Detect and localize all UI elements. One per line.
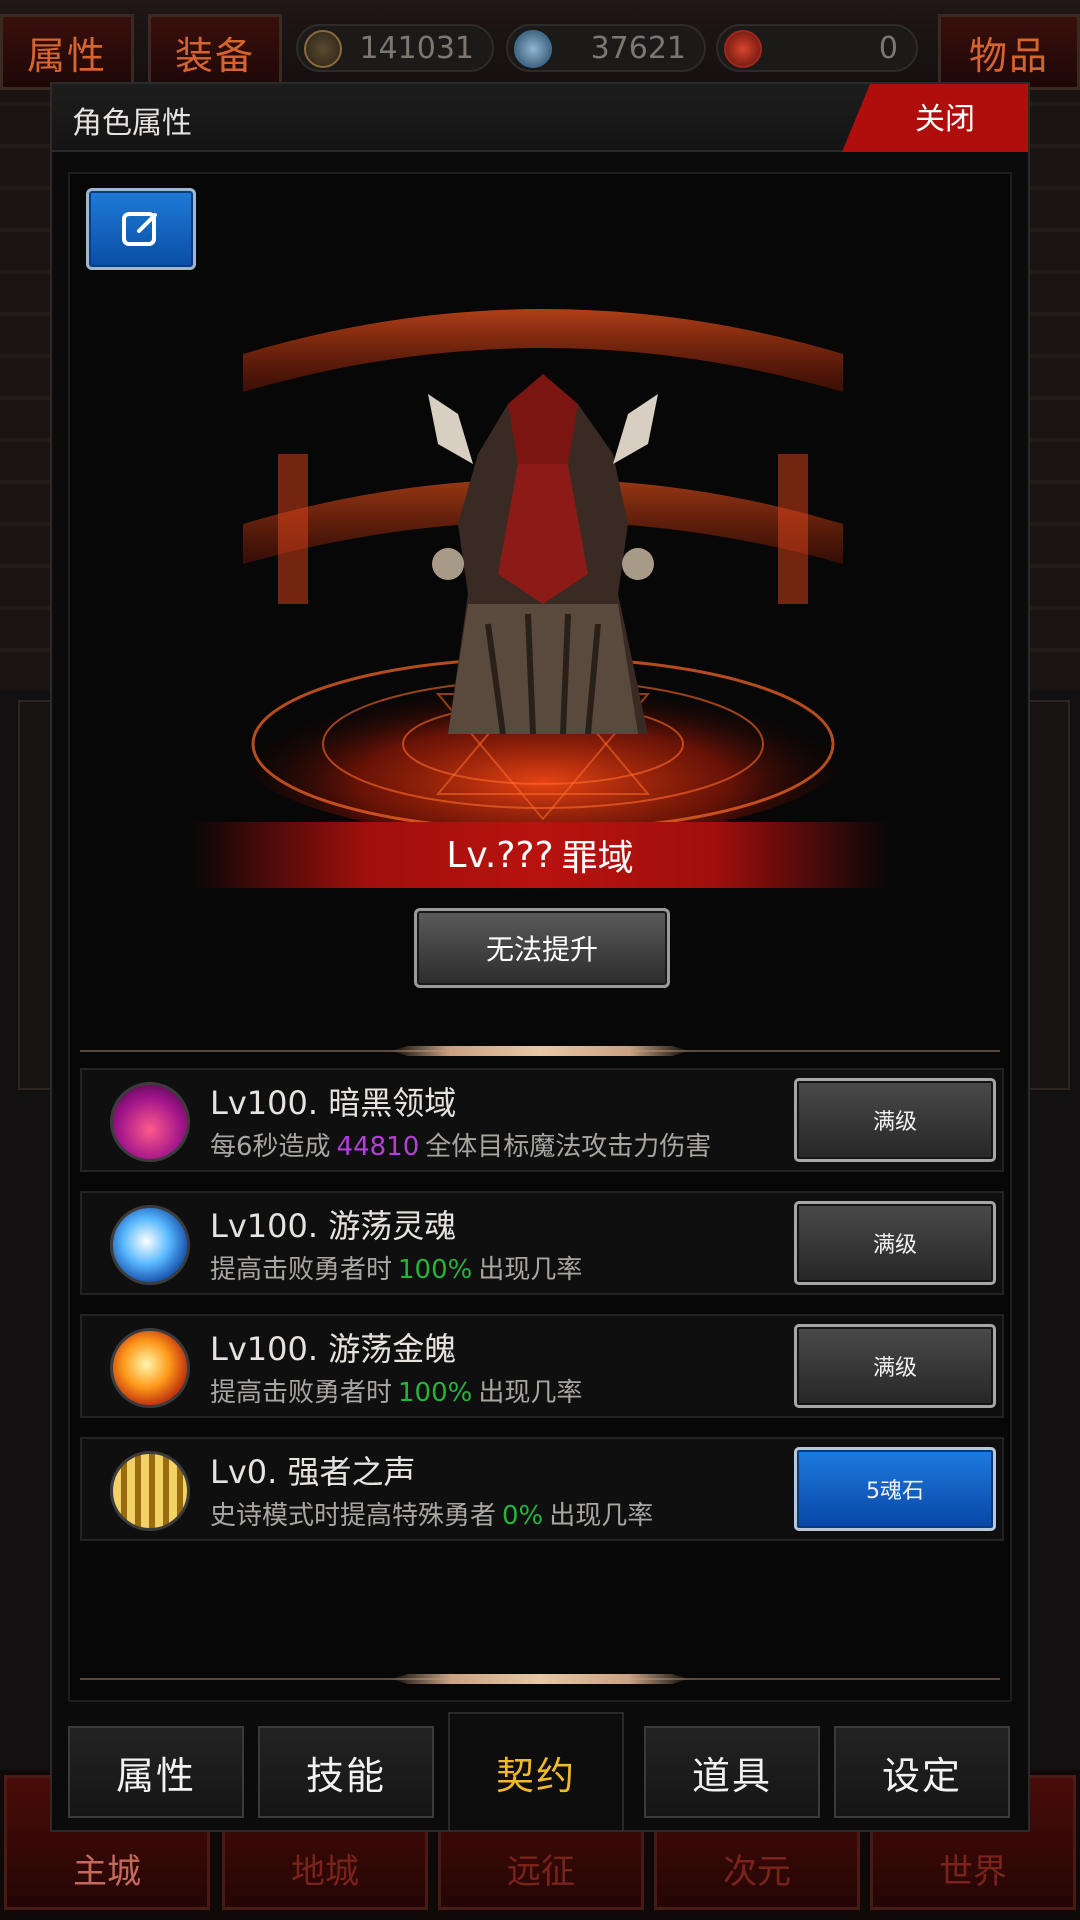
divider-bottom: [80, 1674, 1000, 1684]
tab-contract[interactable]: 契约: [448, 1712, 624, 1830]
modal-header: 角色属性 关闭: [52, 84, 1028, 152]
soul-gem-icon: [724, 30, 762, 68]
dark-domain-icon: [110, 1082, 190, 1162]
skill-max-level-button[interactable]: 满级: [794, 1324, 996, 1408]
character-level: Lv.???: [446, 834, 554, 876]
skill-name: Lv100. 暗黑领域: [210, 1084, 457, 1122]
close-button[interactable]: 关闭: [842, 84, 1028, 152]
skill-description: 提高击败勇者时 100% 出现几率: [210, 1378, 583, 1408]
currency-skull-value: 37621: [590, 30, 686, 66]
upgrade-button[interactable]: 无法提升: [414, 908, 670, 988]
skill-description: 史诗模式时提高特殊勇者 0% 出现几率: [210, 1501, 654, 1531]
skill-value: 44810: [336, 1132, 420, 1162]
currency-star-value: 141031: [359, 30, 474, 66]
skill-name: Lv100. 游荡灵魂: [210, 1207, 457, 1245]
skill-row-dark-domain: Lv100. 暗黑领域 每6秒造成 44810 全体目标魔法攻击力伤害 满级: [80, 1068, 1004, 1172]
divider-top: [80, 1046, 1000, 1056]
background-panel-right: [1030, 700, 1070, 1090]
modal-title: 角色属性: [72, 106, 192, 141]
star-coin-icon: [304, 30, 342, 68]
tab-items-bg[interactable]: 物品: [938, 14, 1080, 90]
tab-items[interactable]: 道具: [644, 1726, 820, 1818]
skill-name: Lv0. 强者之声: [210, 1453, 416, 1491]
wandering-soul-icon: [110, 1205, 190, 1285]
edit-icon: [122, 212, 157, 246]
skill-upgrade-button[interactable]: 5魂石: [794, 1447, 996, 1531]
contract-panel: Lv.??? 罪域 无法提升 Lv100. 暗黑领域 每6秒造成 44810 全体目…: [68, 172, 1012, 1702]
currency-star: 141031: [296, 24, 494, 72]
edit-button[interactable]: [86, 188, 196, 270]
skill-row-wandering-gold-soul: Lv100. 游荡金魄 提高击败勇者时 100% 出现几率 满级: [80, 1314, 1004, 1418]
tab-attributes-bg[interactable]: 属性: [0, 14, 134, 90]
skill-row-voice-of-strong: Lv0. 强者之声 史诗模式时提高特殊勇者 0% 出现几率 5魂石: [80, 1437, 1004, 1541]
tab-attributes[interactable]: 属性: [68, 1726, 244, 1818]
character-attributes-modal: 角色属性 关闭 Lv.??? 罪域 无法提升 Lv100. 暗黑领域 每6秒造成…: [50, 82, 1030, 1832]
modal-tab-bar: 属性 技能 契约 道具 设定: [52, 1704, 1028, 1830]
skill-value: 100%: [398, 1255, 473, 1285]
wandering-gold-soul-icon: [110, 1328, 190, 1408]
currency-soul-value: 0: [878, 30, 898, 66]
skill-value: 0%: [502, 1501, 544, 1531]
skill-value: 100%: [398, 1378, 473, 1408]
skill-name: Lv100. 游荡金魄: [210, 1330, 457, 1368]
tab-equipment-bg[interactable]: 装备: [148, 14, 282, 90]
skill-row-wandering-soul: Lv100. 游荡灵魂 提高击败勇者时 100% 出现几率 满级: [80, 1191, 1004, 1295]
skill-max-level-button[interactable]: 满级: [794, 1078, 996, 1162]
currency-soul: 0: [716, 24, 918, 72]
tab-skills[interactable]: 技能: [258, 1726, 434, 1818]
skill-max-level-button[interactable]: 满级: [794, 1201, 996, 1285]
skill-description: 提高击败勇者时 100% 出现几率: [210, 1255, 583, 1285]
character-level-banner: Lv.??? 罪域: [190, 822, 890, 888]
tab-settings[interactable]: 设定: [834, 1726, 1010, 1818]
currency-skull: 37621: [506, 24, 706, 72]
skull-coin-icon: [514, 30, 552, 68]
character-name: 罪域: [561, 838, 634, 879]
voice-of-strong-icon: [110, 1451, 190, 1531]
skill-description: 每6秒造成 44810 全体目标魔法攻击力伤害: [210, 1132, 712, 1162]
character-portrait: [233, 309, 853, 834]
